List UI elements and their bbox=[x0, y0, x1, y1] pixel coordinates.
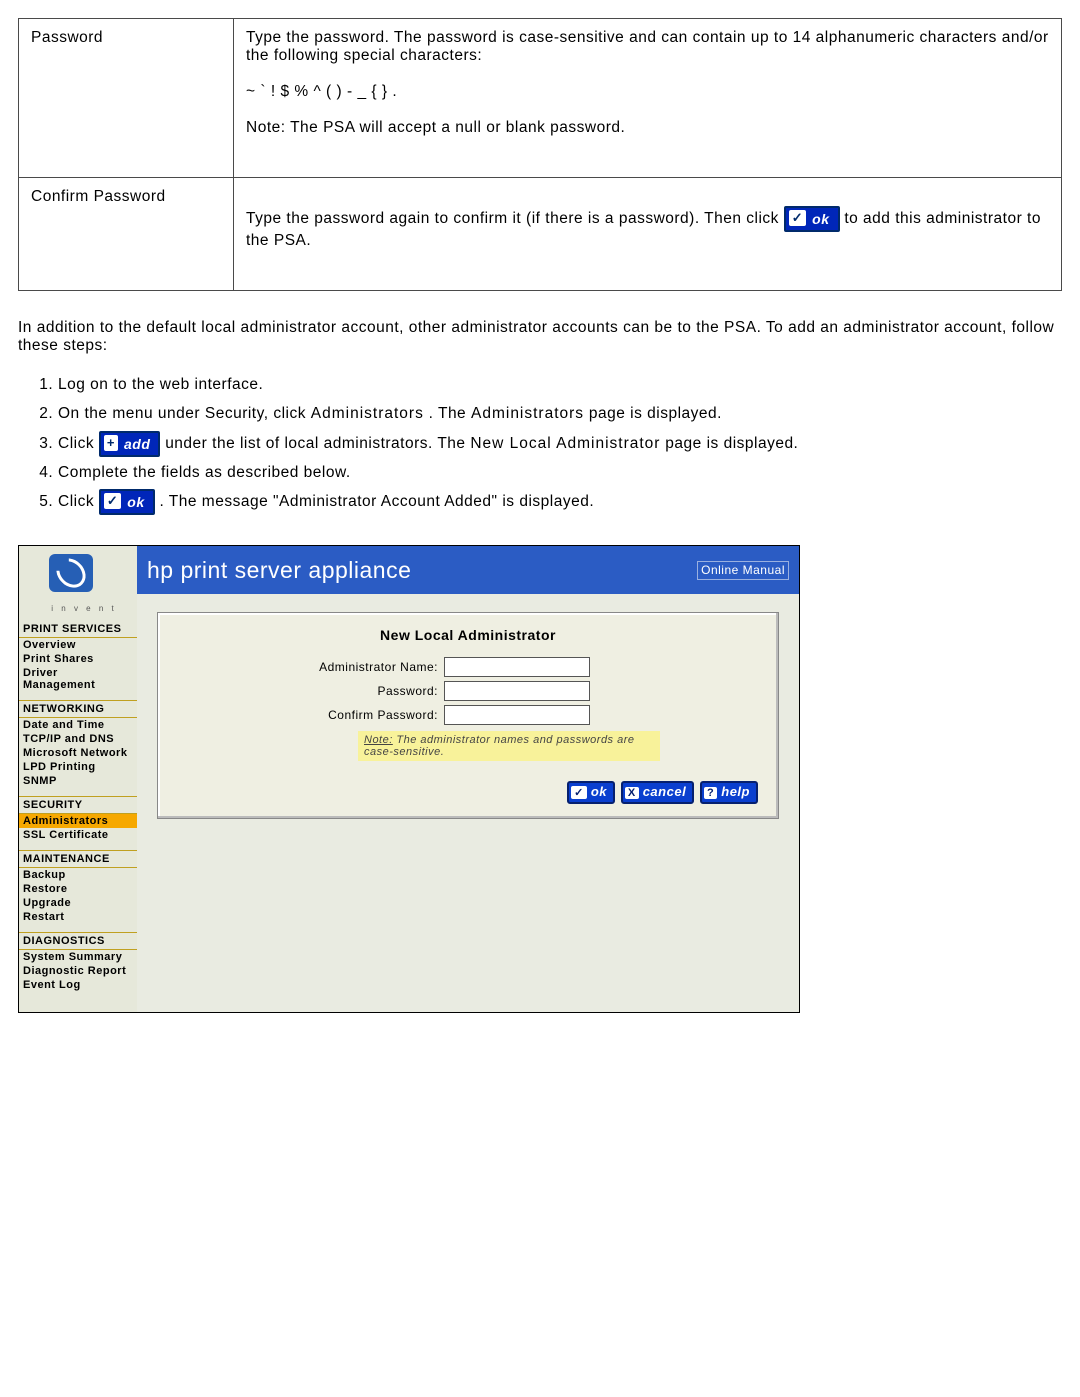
add-label: add bbox=[122, 433, 158, 455]
input-password[interactable] bbox=[444, 681, 590, 701]
row-password: Password: bbox=[178, 681, 758, 701]
step-2e: page is displayed. bbox=[589, 405, 722, 422]
def-password-desc: Type the password. The password is case-… bbox=[234, 19, 1062, 178]
step-2c: . The bbox=[429, 405, 471, 422]
row-admin-name: Administrator Name: bbox=[178, 657, 758, 677]
sidebar: i n v e n t PRINT SERVICES Overview Prin… bbox=[19, 546, 137, 1012]
step-3a: Click bbox=[58, 435, 99, 452]
check-icon: ✓ bbox=[789, 210, 806, 226]
nav-snmp[interactable]: SNMP bbox=[19, 774, 137, 788]
step-2b: Administrators bbox=[311, 405, 424, 422]
nav-backup[interactable]: Backup bbox=[19, 868, 137, 882]
plus-icon: + bbox=[104, 435, 118, 451]
nav-system-summary[interactable]: System Summary bbox=[19, 950, 137, 964]
label-confirm-password: Confirm Password: bbox=[178, 708, 444, 722]
definitions-table: Password Type the password. The password… bbox=[18, 18, 1062, 291]
ok-text: ok bbox=[591, 784, 607, 799]
step-3: Click +add under the list of local admin… bbox=[58, 431, 1062, 457]
input-confirm-password[interactable] bbox=[444, 705, 590, 725]
def-password-label: Password bbox=[19, 19, 234, 178]
nav-diagnostic-report[interactable]: Diagnostic Report bbox=[19, 964, 137, 978]
nav-overview[interactable]: Overview bbox=[19, 638, 137, 652]
def-password-p2: ~ ` ! $ % ^ ( ) - _ { } . bbox=[246, 83, 397, 100]
nav-header-print-services: PRINT SERVICES bbox=[19, 621, 137, 638]
case-sensitive-note: Note: The administrator names and passwo… bbox=[358, 731, 660, 761]
add-button-inline[interactable]: +add bbox=[99, 431, 160, 457]
def-password-p1: Type the password. The password is case-… bbox=[246, 29, 1049, 64]
label-password: Password: bbox=[178, 684, 444, 698]
app-title: hp print server appliance bbox=[147, 557, 697, 584]
input-admin-name[interactable] bbox=[444, 657, 590, 677]
help-text: help bbox=[721, 784, 750, 799]
step-3d: page is displayed. bbox=[665, 435, 798, 452]
row-confirm-password: Confirm Password: bbox=[178, 705, 758, 725]
step-3b: under the list of local administrators. … bbox=[165, 435, 470, 452]
ok-button-inline[interactable]: ✓ok bbox=[784, 206, 840, 232]
nav-upgrade[interactable]: Upgrade bbox=[19, 896, 137, 910]
ok-button[interactable]: ✓ ok bbox=[567, 781, 615, 804]
step-5: Click ✓ok . The message "Administrator A… bbox=[58, 489, 1062, 515]
step-5b: . The message "Administrator Account Add… bbox=[159, 493, 594, 510]
nav-event-log[interactable]: Event Log bbox=[19, 978, 137, 992]
invent-tagline: i n v e n t bbox=[31, 604, 137, 613]
nav-restore[interactable]: Restore bbox=[19, 882, 137, 896]
nav-driver-management[interactable]: Driver Management bbox=[19, 666, 137, 692]
nav-header-diagnostics: DIAGNOSTICS bbox=[19, 932, 137, 950]
online-manual-link[interactable]: Online Manual bbox=[697, 561, 789, 580]
label-admin-name: Administrator Name: bbox=[178, 660, 444, 674]
question-icon: ? bbox=[704, 787, 717, 799]
online-manual-label: Online Manual bbox=[701, 563, 785, 577]
def-confirm-desc: Type the password again to confirm it (i… bbox=[234, 178, 1062, 291]
ok-button-inline-2[interactable]: ✓ok bbox=[99, 489, 155, 515]
def-password-p3: Note: The PSA will accept a null or blan… bbox=[246, 119, 625, 136]
ok-label: ok bbox=[810, 208, 837, 230]
hp-logo-icon bbox=[49, 554, 93, 592]
step-4: Complete the fields as described below. bbox=[58, 461, 1062, 486]
nav-ssl-certificate[interactable]: SSL Certificate bbox=[19, 828, 137, 842]
step-4-text: Complete the fields as described below. bbox=[58, 464, 351, 481]
steps-list: Log on to the web interface. On the menu… bbox=[58, 373, 1062, 515]
nav-restart[interactable]: Restart bbox=[19, 910, 137, 924]
logo-row bbox=[19, 554, 137, 602]
nav-administrators[interactable]: Administrators bbox=[19, 814, 137, 828]
def-confirm-label: Confirm Password bbox=[19, 178, 234, 291]
def-confirm-pA: Type the password again to confirm it (i… bbox=[246, 210, 784, 227]
check-icon: ✓ bbox=[571, 786, 587, 799]
step-1-text: Log on to the web interface. bbox=[58, 376, 263, 393]
step-2a: On the menu under Security, click bbox=[58, 405, 311, 422]
nav-lpd-printing[interactable]: LPD Printing bbox=[19, 760, 137, 774]
cancel-text: cancel bbox=[643, 784, 686, 799]
nav-date-time[interactable]: Date and Time bbox=[19, 718, 137, 732]
button-row: ✓ ok Xcancel ? help bbox=[178, 781, 758, 804]
ok-label: ok bbox=[125, 491, 152, 513]
content-area: hp print server appliance Online Manual … bbox=[137, 546, 799, 1012]
header-bar: hp print server appliance Online Manual bbox=[137, 546, 799, 594]
note-label: Note: bbox=[364, 734, 393, 746]
nav-microsoft-network[interactable]: Microsoft Network bbox=[19, 746, 137, 760]
help-button[interactable]: ? help bbox=[700, 781, 758, 804]
nav-tcpip-dns[interactable]: TCP/IP and DNS bbox=[19, 732, 137, 746]
panel-title: New Local Administrator bbox=[178, 627, 758, 643]
check-icon: ✓ bbox=[104, 493, 121, 509]
nav-print-shares[interactable]: Print Shares bbox=[19, 652, 137, 666]
new-admin-panel: New Local Administrator Administrator Na… bbox=[157, 612, 779, 819]
x-icon: X bbox=[625, 787, 639, 799]
note-text: The administrator names and passwords ar… bbox=[364, 734, 635, 758]
app-screenshot: i n v e n t PRINT SERVICES Overview Prin… bbox=[18, 545, 800, 1013]
nav-header-networking: NETWORKING bbox=[19, 700, 137, 718]
step-3c: New Local Administrator bbox=[470, 435, 660, 452]
nav-header-security: SECURITY bbox=[19, 796, 137, 814]
cancel-button[interactable]: Xcancel bbox=[621, 781, 694, 804]
step-2d: Administrators bbox=[471, 405, 584, 422]
intro-paragraph: In addition to the default local adminis… bbox=[18, 319, 1062, 355]
nav-header-maintenance: MAINTENANCE bbox=[19, 850, 137, 868]
step-1: Log on to the web interface. bbox=[58, 373, 1062, 398]
step-2: On the menu under Security, click Admini… bbox=[58, 402, 1062, 427]
step-5a: Click bbox=[58, 493, 99, 510]
